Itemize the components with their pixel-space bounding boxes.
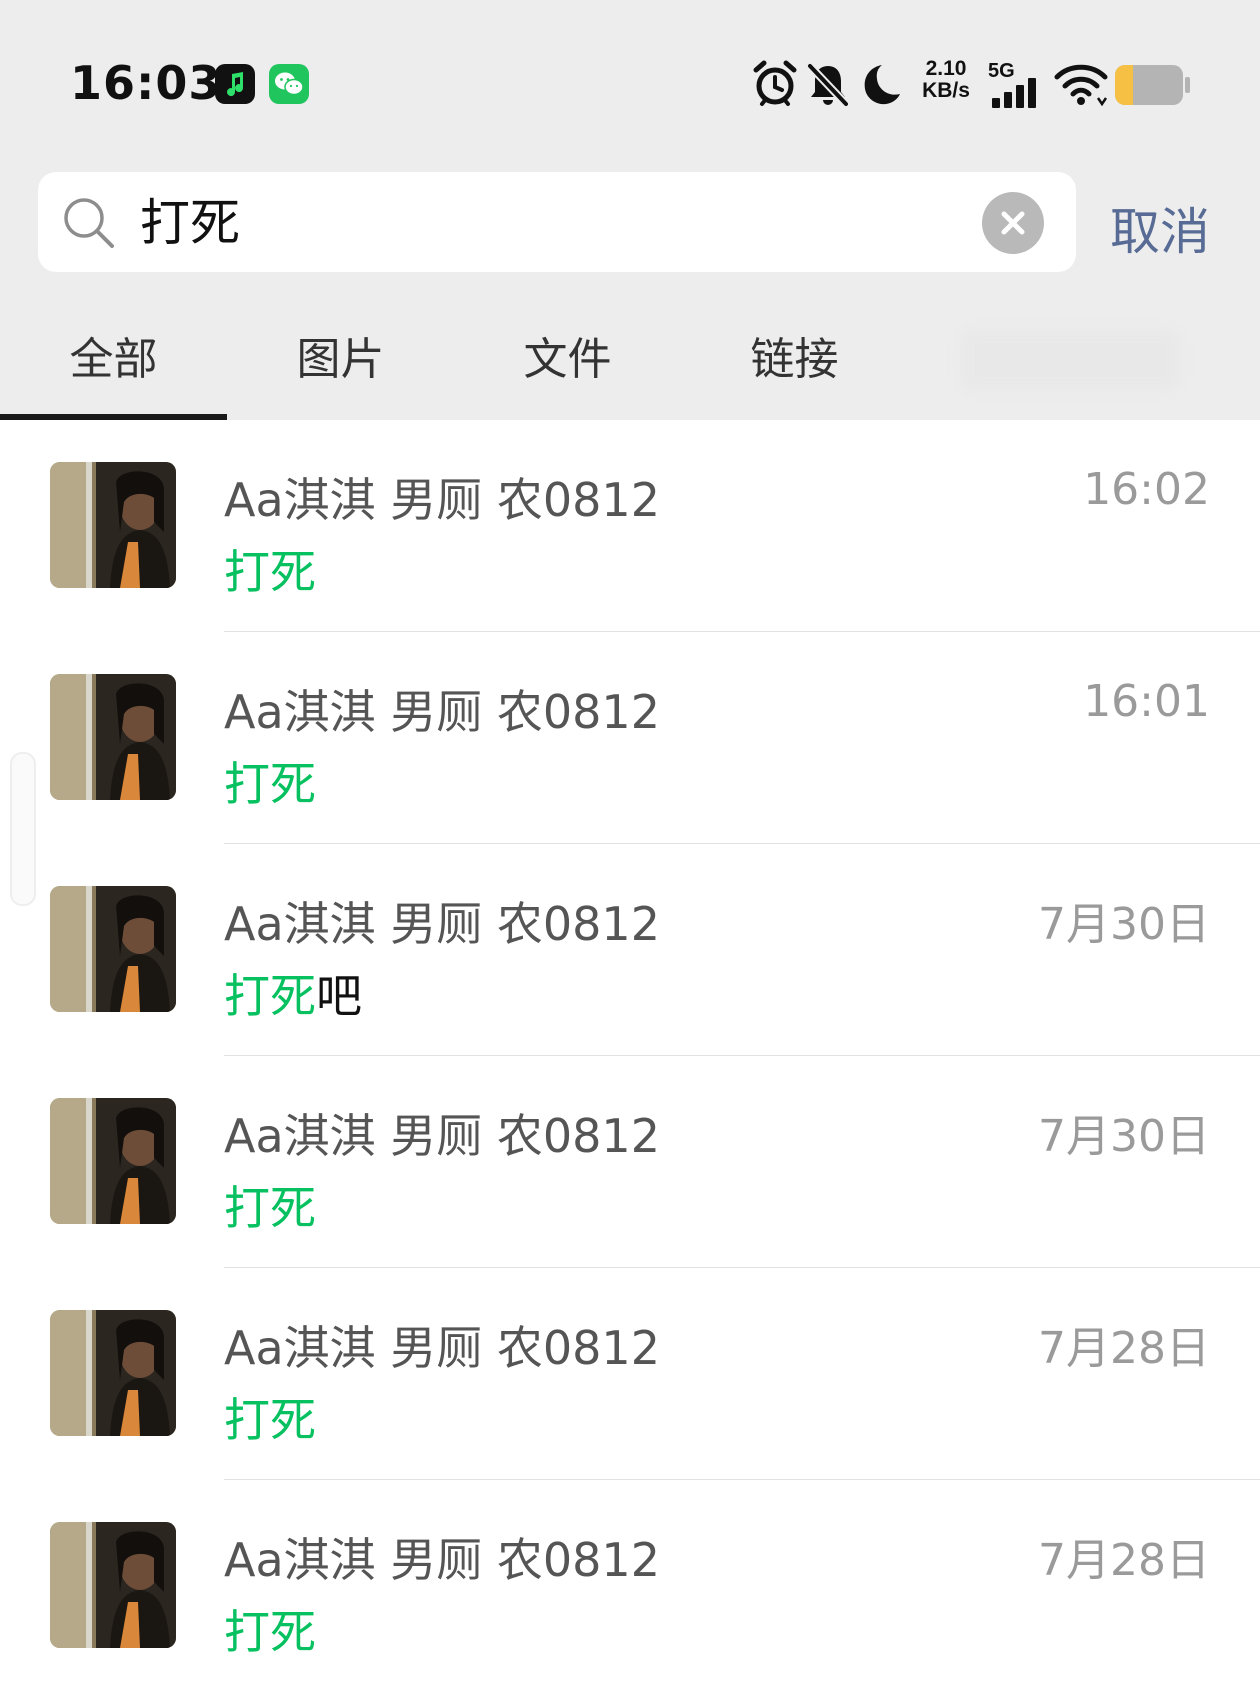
mute-icon (807, 63, 849, 107)
tab-images[interactable]: 图片 (227, 300, 454, 420)
search-input[interactable] (138, 184, 1002, 262)
signal-icon (992, 78, 1036, 108)
result-snippet: 打死 (224, 1172, 316, 1238)
chat-search-screen: 16:03 2.10 KB/s 5G 打死 取消 全部 图片 文件 链接 Aa淇… (0, 0, 1260, 1692)
avatar (50, 674, 176, 800)
result-row[interactable]: Aa淇淇 男厕 农0812 打死 16:02 (0, 420, 1260, 632)
result-name: Aa淇淇 男厕 农0812 (224, 1109, 660, 1163)
tab-files[interactable]: 文件 (454, 300, 681, 420)
result-time: 7月30日 (1038, 1111, 1210, 1162)
snippet-rest: 吧 (316, 969, 362, 1023)
avatar (50, 1522, 176, 1648)
result-snippet: 打死 (224, 1384, 316, 1450)
music-app-icon (215, 64, 255, 104)
match-highlight: 打死 (224, 1605, 316, 1659)
result-name: Aa淇淇 男厕 农0812 (224, 473, 660, 527)
avatar (50, 886, 176, 1012)
result-row[interactable]: Aa淇淇 男厕 农0812 打死 7月30日 (0, 1056, 1260, 1268)
wechat-icon (269, 64, 309, 104)
tab-all[interactable]: 全部 (0, 300, 227, 420)
scroll-handle[interactable] (10, 752, 36, 906)
moon-icon (864, 65, 900, 105)
result-time: 7月30日 (1038, 899, 1210, 950)
close-icon (1001, 211, 1025, 235)
result-snippet: 打死吧 (224, 960, 362, 1026)
alarm-icon (753, 60, 797, 106)
filter-tabs: 全部 图片 文件 链接 (0, 300, 1260, 420)
search-box[interactable] (38, 172, 1076, 272)
status-bar: 16:03 2.10 KB/s 5G (0, 0, 1260, 170)
status-time: 16:03 (70, 56, 222, 110)
result-time: 16:01 (1083, 676, 1210, 727)
faded-tab-placeholder (960, 330, 1180, 390)
result-name: Aa淇淇 男厕 农0812 (224, 685, 660, 739)
result-name: Aa淇淇 男厕 农0812 (224, 1321, 660, 1375)
match-highlight: 打死 (224, 1181, 316, 1235)
result-snippet: 打死 (224, 1596, 316, 1662)
match-highlight: 打死 (224, 545, 316, 599)
result-snippet: 打死 (224, 748, 316, 814)
search-icon (64, 198, 114, 248)
clear-search-button[interactable] (982, 192, 1044, 254)
net-speed: 2.10 KB/s (918, 58, 974, 102)
match-highlight: 打死 (224, 1393, 316, 1447)
battery-icon (1115, 65, 1190, 105)
result-row[interactable]: Aa淇淇 男厕 农0812 打死 7月28日 (0, 1480, 1260, 1692)
result-row[interactable]: Aa淇淇 男厕 农0812 打死吧 7月30日 (0, 844, 1260, 1056)
tab-links[interactable]: 链接 (681, 300, 908, 420)
match-highlight: 打死 (224, 969, 316, 1023)
cancel-button[interactable]: 取消 (1110, 192, 1210, 264)
net-speed-unit: KB/s (922, 79, 970, 102)
avatar (50, 1310, 176, 1436)
result-time: 7月28日 (1038, 1323, 1210, 1374)
avatar (50, 462, 176, 588)
result-row[interactable]: Aa淇淇 男厕 农0812 打死 16:01 (0, 632, 1260, 844)
result-time: 7月28日 (1038, 1535, 1210, 1586)
result-time: 16:02 (1083, 464, 1210, 515)
search-bar: 取消 (0, 170, 1260, 300)
result-name: Aa淇淇 男厕 农0812 (224, 897, 660, 951)
avatar (50, 1098, 176, 1224)
match-highlight: 打死 (224, 757, 316, 811)
result-row[interactable]: Aa淇淇 男厕 农0812 打死 7月28日 (0, 1268, 1260, 1480)
wifi-icon (1054, 64, 1108, 107)
result-snippet: 打死 (224, 536, 316, 602)
result-name: Aa淇淇 男厕 农0812 (224, 1533, 660, 1587)
net-speed-value: 2.10 (925, 57, 967, 80)
search-results-list: Aa淇淇 男厕 农0812 打死 16:02 Aa淇淇 男厕 农0812 打死 … (0, 420, 1260, 1692)
